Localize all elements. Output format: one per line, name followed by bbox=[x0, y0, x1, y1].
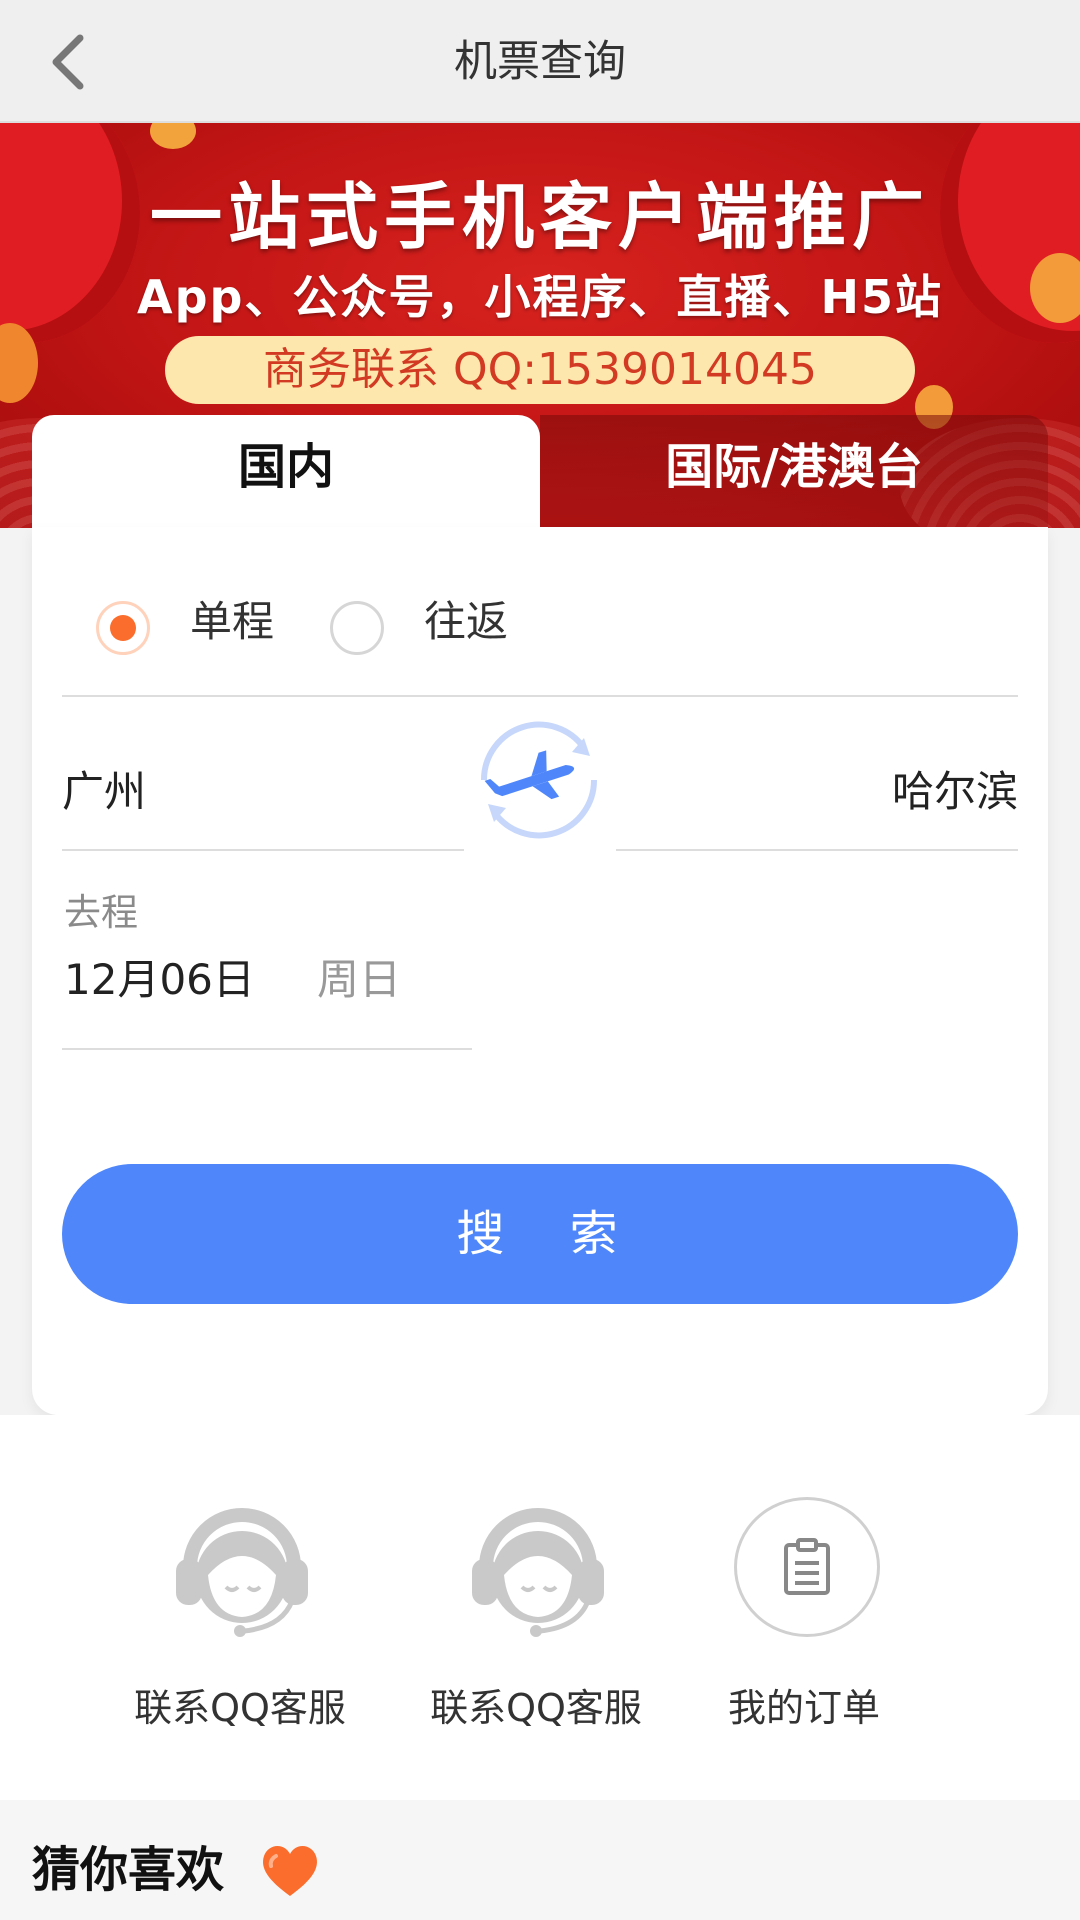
banner-headline: 一站式手机客户端推广 bbox=[149, 175, 930, 259]
recommend-title: 猜你喜欢 bbox=[32, 1842, 225, 1898]
round-trip-radio[interactable] bbox=[330, 601, 384, 655]
banner-contact: 商务联系 QQ:1539014045 bbox=[165, 336, 915, 404]
round-trip-label[interactable]: 往返 bbox=[424, 592, 508, 652]
banner-subline: App、公众号，小程序、直播、H5站 bbox=[137, 270, 943, 324]
my-orders-label: 我的订单 bbox=[727, 1686, 880, 1730]
search-button[interactable]: 搜 索 bbox=[62, 1164, 1018, 1304]
departure-date-value: 12月06日 bbox=[64, 955, 255, 1004]
clipboard-icon bbox=[784, 1538, 830, 1595]
customer-service-icon bbox=[176, 1508, 308, 1637]
recommend-section: 猜你喜欢 bbox=[0, 1800, 1080, 1920]
departure-city-field[interactable]: 广州 bbox=[62, 727, 464, 851]
one-way-radio[interactable] bbox=[96, 601, 150, 655]
departure-weekday: 周日 bbox=[317, 955, 402, 1004]
flight-search-card: 单程 往返 广州 哈尔滨 去程 12月06日 周日 搜 索 bbox=[32, 527, 1048, 1415]
customer-service-icon bbox=[472, 1508, 604, 1637]
swap-cities-button[interactable] bbox=[464, 710, 614, 850]
order-icon-circle bbox=[734, 1497, 880, 1637]
one-way-label[interactable]: 单程 bbox=[190, 592, 274, 652]
trip-type-selector: 单程 往返 bbox=[62, 557, 1018, 697]
lantern-decoration bbox=[150, 123, 196, 149]
tab-domestic[interactable]: 国内 bbox=[32, 415, 540, 528]
departure-date-label: 去程 bbox=[64, 891, 138, 934]
qq-service-link-1[interactable]: 联系QQ客服 bbox=[110, 1497, 370, 1730]
qq-service-label: 联系QQ客服 bbox=[134, 1686, 346, 1730]
top-bar: 机票查询 bbox=[0, 0, 1080, 123]
my-orders-link[interactable]: 我的订单 bbox=[674, 1497, 934, 1730]
qq-service-link-2[interactable]: 联系QQ客服 bbox=[406, 1497, 666, 1730]
departure-date-field[interactable]: 12月06日 周日 bbox=[62, 932, 472, 1050]
qq-service-label: 联系QQ客服 bbox=[430, 1686, 642, 1730]
arrival-city-field[interactable]: 哈尔滨 bbox=[616, 727, 1018, 851]
tab-international[interactable]: 国际/港澳台 bbox=[540, 415, 1048, 528]
plane-swap-icon bbox=[480, 721, 598, 839]
quick-links: 联系QQ客服 联系QQ客服 我的订单 bbox=[0, 1415, 1080, 1800]
page-title: 机票查询 bbox=[454, 37, 626, 87]
heart-icon bbox=[263, 1845, 317, 1896]
